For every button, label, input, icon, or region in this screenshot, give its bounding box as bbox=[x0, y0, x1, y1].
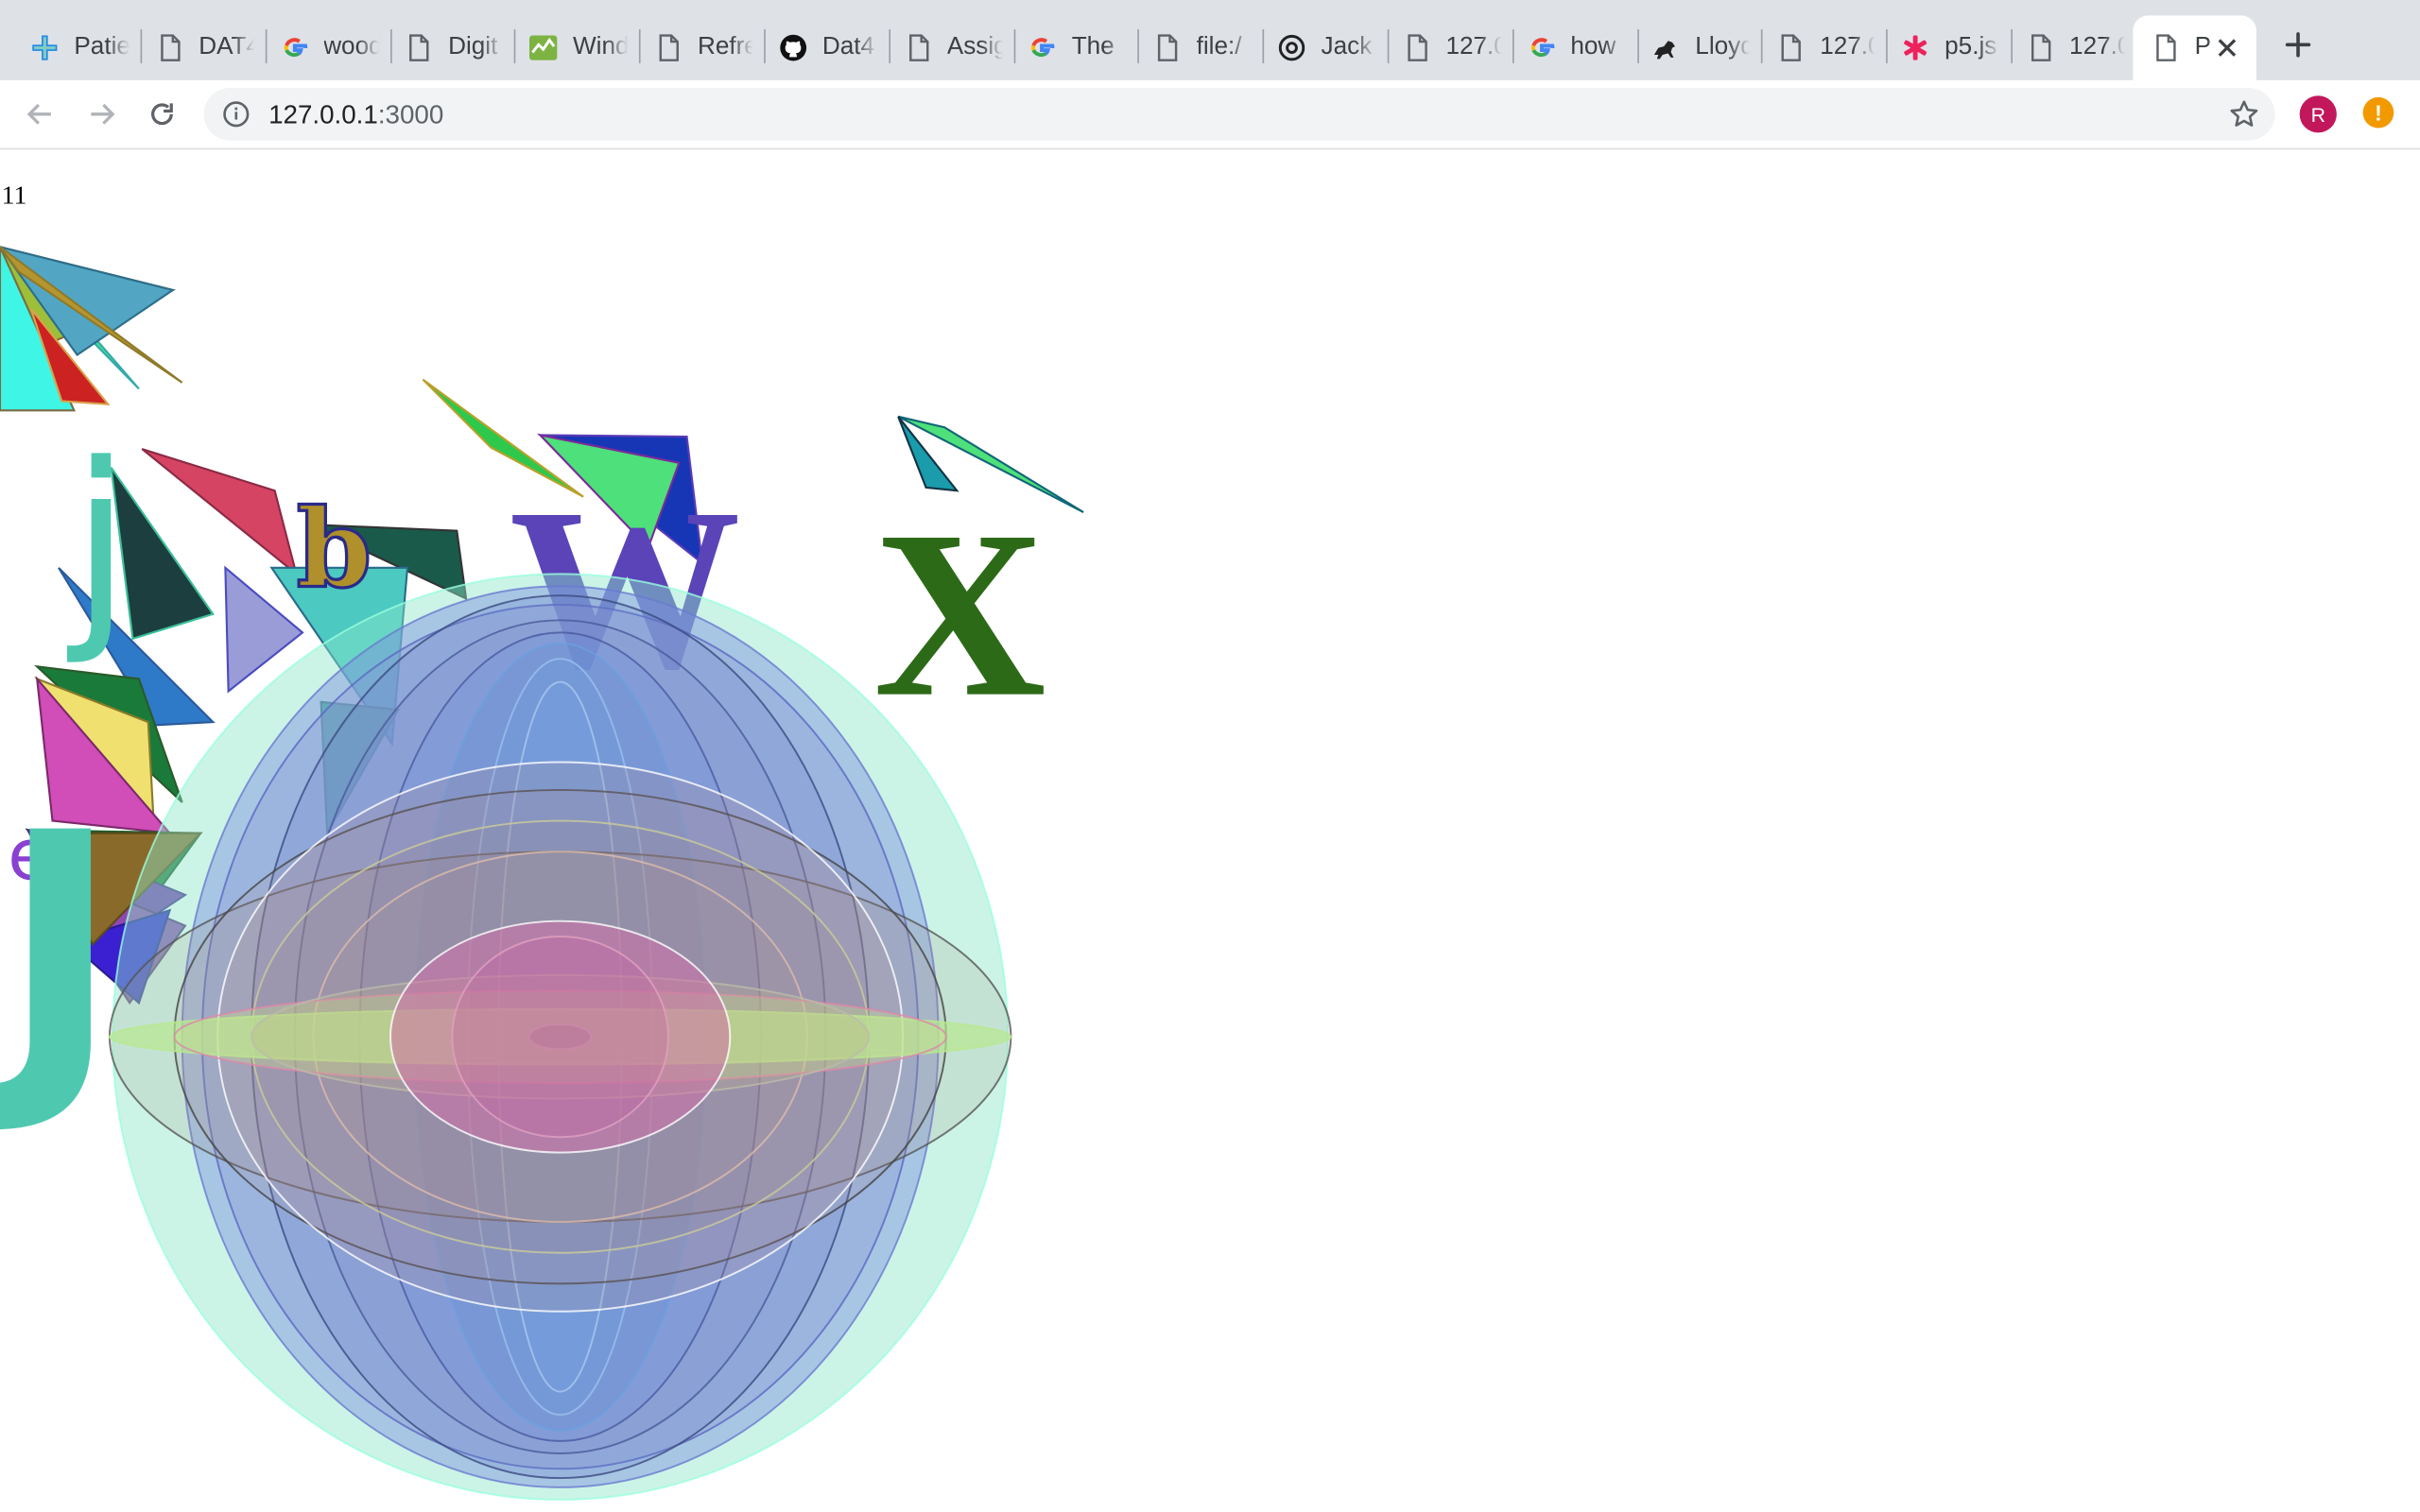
sketch-letter: j bbox=[66, 417, 131, 668]
tab[interactable]: how bbox=[1509, 15, 1629, 80]
tab[interactable]: file:/ bbox=[1134, 15, 1254, 80]
tab-title: Lloyd bbox=[1695, 33, 1752, 60]
page-content: 11 jbWXeJ bbox=[0, 149, 2420, 1512]
bookmark-star-icon[interactable] bbox=[2229, 98, 2260, 129]
tab-title: Refre bbox=[697, 33, 753, 60]
tab[interactable]: Wind bbox=[511, 15, 631, 80]
browser-toolbar: 127.0.0.1:3000 R ! bbox=[0, 79, 2420, 150]
tab[interactable]: 127.0 bbox=[1384, 15, 1504, 80]
asterisk-icon bbox=[1901, 34, 1928, 61]
tab-title: 127.0 bbox=[1820, 33, 1876, 60]
new-tab-button[interactable] bbox=[2278, 25, 2318, 64]
tab-title: 127.0 bbox=[2069, 33, 2125, 60]
tab[interactable]: p5.js bbox=[1883, 15, 2003, 80]
page-icon bbox=[1776, 34, 1804, 61]
ellipse-shape bbox=[528, 1023, 593, 1051]
tab-title: 127.0 bbox=[1445, 33, 1501, 60]
page-icon bbox=[2152, 34, 2179, 61]
address-bar[interactable]: 127.0.0.1:3000 bbox=[203, 88, 2275, 141]
tab-title: DAT4 bbox=[199, 33, 255, 60]
tab-title: Jack bbox=[1321, 33, 1373, 60]
tab-strip: Patient DAT4 wood Digit Wind Refre Dat4 Assig Th… bbox=[0, 0, 2420, 80]
url-port: :3000 bbox=[377, 100, 444, 130]
tab-title: Patient bbox=[74, 33, 130, 60]
tab[interactable]: Dat4 bbox=[761, 15, 881, 80]
tab[interactable]: 127.0 bbox=[1758, 15, 1878, 80]
google-icon bbox=[1528, 34, 1555, 61]
sketch-canvas: j b W XeJ bbox=[0, 246, 1084, 1501]
page-icon bbox=[1403, 34, 1430, 61]
page-icon bbox=[2026, 34, 2053, 61]
tab[interactable]: wood bbox=[262, 15, 382, 80]
google-icon bbox=[280, 34, 307, 61]
tab[interactable]: DAT4 bbox=[137, 15, 257, 80]
tab-title: wood bbox=[323, 33, 379, 60]
tab-title: Wind bbox=[573, 33, 629, 60]
update-badge[interactable]: ! bbox=[2362, 96, 2394, 129]
forward-button[interactable] bbox=[80, 93, 124, 136]
page-icon bbox=[654, 34, 682, 61]
sketch-letter: X bbox=[873, 481, 1046, 747]
tab-title: how bbox=[1570, 33, 1616, 60]
close-tab-icon[interactable] bbox=[2213, 34, 2240, 61]
github-icon bbox=[779, 34, 806, 61]
tab[interactable]: Lloyd bbox=[1634, 15, 1754, 80]
reload-button[interactable] bbox=[141, 93, 184, 136]
horse-icon bbox=[1652, 34, 1680, 61]
tab[interactable]: Patient bbox=[12, 15, 132, 80]
google-icon bbox=[1028, 34, 1056, 61]
page-icon bbox=[156, 34, 183, 61]
at-sign-icon bbox=[1278, 34, 1305, 61]
plus-icon bbox=[2285, 32, 2311, 58]
tab[interactable]: The bbox=[1010, 15, 1130, 80]
tab[interactable]: Refre bbox=[636, 15, 756, 80]
sketch-letter: b bbox=[296, 485, 372, 611]
reload-icon bbox=[151, 103, 173, 126]
tab[interactable]: 127.0 bbox=[2008, 15, 2128, 80]
info-icon[interactable] bbox=[222, 100, 250, 128]
page-icon bbox=[1153, 34, 1181, 61]
tab-title: Dat4 bbox=[821, 33, 875, 60]
tab-title: p5.js bbox=[1945, 33, 1997, 60]
tab-title: Assig bbox=[946, 33, 1003, 60]
tab-title: The bbox=[1071, 33, 1115, 60]
arrow-right-icon bbox=[91, 103, 115, 125]
cross-logo-icon bbox=[31, 34, 59, 61]
tab[interactable]: Jack bbox=[1259, 15, 1379, 80]
back-button[interactable] bbox=[19, 93, 62, 136]
tab[interactable]: Digit bbox=[387, 15, 507, 80]
tab-title: Digit bbox=[448, 33, 498, 60]
page-icon bbox=[904, 34, 931, 61]
green-chart-icon bbox=[529, 34, 558, 61]
url-text[interactable]: 127.0.0.1:3000 bbox=[268, 100, 443, 131]
tab-active[interactable]: P bbox=[2133, 15, 2256, 80]
sketch-letter: J bbox=[0, 765, 121, 1142]
tab-title: file:/ bbox=[1196, 33, 1242, 60]
tab[interactable]: Assig bbox=[885, 15, 1005, 80]
url-host: 127.0.0.1 bbox=[268, 100, 378, 130]
page-icon bbox=[405, 34, 432, 61]
arrow-left-icon bbox=[26, 103, 51, 125]
profile-avatar[interactable]: R bbox=[2299, 95, 2337, 133]
